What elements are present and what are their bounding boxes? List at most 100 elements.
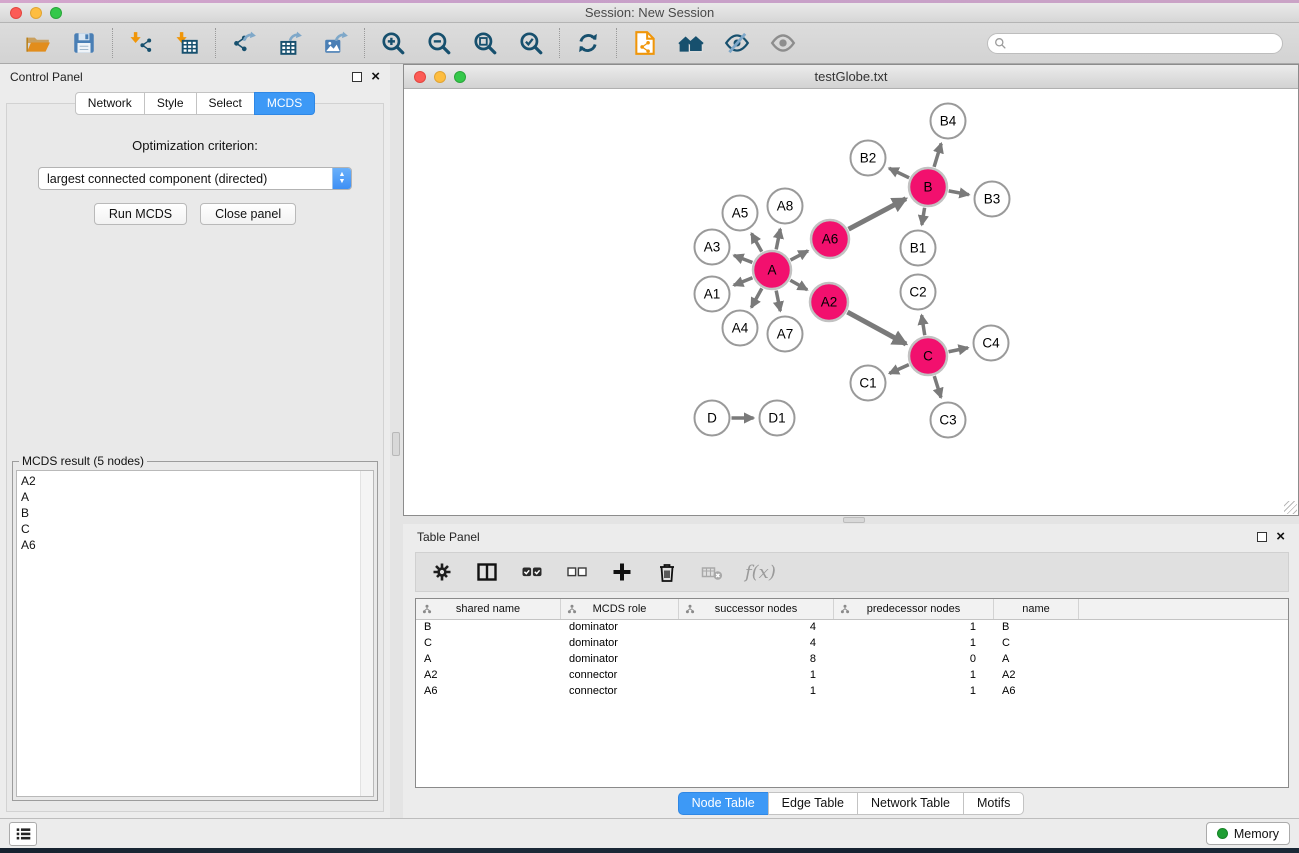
- table-cell[interactable]: A6: [994, 684, 1079, 700]
- deselect-all-checkboxes-button[interactable]: [565, 560, 589, 584]
- table-cell[interactable]: dominator: [561, 636, 679, 652]
- table-cell[interactable]: 1: [834, 684, 994, 700]
- refresh-view-button[interactable]: [574, 29, 602, 57]
- edge-A-A6[interactable]: [791, 251, 808, 260]
- tab-style[interactable]: Style: [144, 92, 197, 115]
- close-panel-icon[interactable]: ×: [1276, 532, 1285, 542]
- edge-B-B1[interactable]: [922, 208, 925, 225]
- table-cell[interactable]: 4: [679, 620, 834, 636]
- edge-C-C4[interactable]: [949, 348, 968, 352]
- edge-B-B3[interactable]: [949, 191, 969, 195]
- table-row[interactable]: A2connector11A2: [416, 668, 1288, 684]
- export-image-button[interactable]: [322, 29, 350, 57]
- search-field[interactable]: [987, 33, 1283, 54]
- node-B3[interactable]: B3: [975, 182, 1010, 217]
- edge-A-A7[interactable]: [776, 291, 780, 311]
- table-cell[interactable]: B: [416, 620, 561, 636]
- node-A8[interactable]: A8: [768, 189, 803, 224]
- table-cell[interactable]: 1: [679, 668, 834, 684]
- zoom-in-button[interactable]: [379, 29, 407, 57]
- column-header-MCDS-role[interactable]: MCDS role: [561, 599, 679, 619]
- search-input[interactable]: [1007, 35, 1282, 52]
- result-list-item[interactable]: C: [21, 521, 357, 537]
- add-column-button[interactable]: [610, 560, 634, 584]
- edge-A-A3[interactable]: [734, 255, 752, 262]
- float-panel-icon[interactable]: [1257, 532, 1267, 542]
- first-neighbors-button[interactable]: [677, 29, 705, 57]
- delete-column-button[interactable]: [655, 560, 679, 584]
- result-list-item[interactable]: B: [21, 505, 357, 521]
- mcds-result-list[interactable]: A2ABCA6: [16, 470, 374, 797]
- panel-splitter-horizontal[interactable]: [403, 516, 1299, 524]
- optimization-criterion-select[interactable]: largest connected component (directed) ▲…: [38, 167, 352, 190]
- column-header-successor-nodes[interactable]: successor nodes: [679, 599, 834, 619]
- edge-C-C1[interactable]: [889, 365, 908, 374]
- table-cell[interactable]: connector: [561, 668, 679, 684]
- export-table-button[interactable]: [276, 29, 304, 57]
- edge-B-B4[interactable]: [934, 143, 941, 166]
- zoom-out-button[interactable]: [425, 29, 453, 57]
- node-A3[interactable]: A3: [695, 230, 730, 265]
- export-network-button[interactable]: [230, 29, 258, 57]
- panel-splitter-vertical[interactable]: [390, 64, 403, 818]
- node-C2[interactable]: C2: [901, 275, 936, 310]
- table-row[interactable]: Adominator80A: [416, 652, 1288, 668]
- table-cell[interactable]: C: [416, 636, 561, 652]
- main-window-titlebar[interactable]: Session: New Session: [0, 3, 1299, 23]
- close-panel-button[interactable]: Close panel: [200, 203, 296, 225]
- table-cell[interactable]: A2: [994, 668, 1079, 684]
- import-network-file-button[interactable]: [127, 29, 155, 57]
- table-cell[interactable]: 1: [679, 684, 834, 700]
- table-cell[interactable]: C: [994, 636, 1079, 652]
- node-D[interactable]: D: [695, 401, 730, 436]
- node-D1[interactable]: D1: [760, 401, 795, 436]
- node-A7[interactable]: A7: [768, 317, 803, 352]
- splitter-handle[interactable]: [392, 432, 400, 456]
- table-cell[interactable]: 1: [834, 636, 994, 652]
- table-cell[interactable]: B: [994, 620, 1079, 636]
- memory-button[interactable]: Memory: [1206, 822, 1290, 845]
- hide-selected-button[interactable]: [723, 29, 751, 57]
- edge-A2-C[interactable]: [847, 312, 906, 344]
- tab-edge-table[interactable]: Edge Table: [768, 792, 858, 815]
- table-cell[interactable]: dominator: [561, 620, 679, 636]
- node-B2[interactable]: B2: [851, 141, 886, 176]
- node-C[interactable]: C: [909, 337, 947, 375]
- result-list-scrollbar[interactable]: [360, 471, 373, 796]
- column-header-shared-name[interactable]: shared name: [416, 599, 561, 619]
- result-list-item[interactable]: A6: [21, 537, 357, 553]
- table-cell[interactable]: 0: [834, 652, 994, 668]
- edge-A-A2[interactable]: [790, 280, 807, 289]
- table-cell[interactable]: 1: [834, 668, 994, 684]
- edge-A-A1[interactable]: [734, 278, 753, 285]
- close-panel-icon[interactable]: ×: [371, 72, 380, 82]
- table-cell[interactable]: dominator: [561, 652, 679, 668]
- node-B[interactable]: B: [909, 168, 947, 206]
- table-row[interactable]: Bdominator41B: [416, 620, 1288, 636]
- table-cell[interactable]: 4: [679, 636, 834, 652]
- network-window-titlebar[interactable]: testGlobe.txt: [404, 65, 1298, 89]
- zoom-fit-button[interactable]: [471, 29, 499, 57]
- edge-A-A5[interactable]: [752, 233, 762, 251]
- node-table[interactable]: shared name MCDS role successor nodes pr…: [415, 598, 1289, 788]
- network-canvas[interactable]: AA1A2A3A4A5A6A7A8BB1B2B3B4CC1C2C3C4DD1: [404, 89, 1298, 515]
- tab-network-table[interactable]: Network Table: [857, 792, 964, 815]
- new-network-from-selection-button[interactable]: [631, 29, 659, 57]
- table-settings-gear-button[interactable]: [430, 560, 454, 584]
- edge-A6-B[interactable]: [849, 199, 906, 229]
- tab-mcds[interactable]: MCDS: [254, 92, 315, 115]
- node-A1[interactable]: A1: [695, 277, 730, 312]
- tab-select[interactable]: Select: [196, 92, 255, 115]
- resize-grip-icon[interactable]: [1284, 501, 1297, 514]
- float-panel-icon[interactable]: [352, 72, 362, 82]
- node-B1[interactable]: B1: [901, 231, 936, 266]
- tab-motifs[interactable]: Motifs: [963, 792, 1024, 815]
- table-cell[interactable]: A2: [416, 668, 561, 684]
- table-cell[interactable]: connector: [561, 684, 679, 700]
- column-header-predecessor-nodes[interactable]: predecessor nodes: [834, 599, 994, 619]
- task-history-button[interactable]: [9, 822, 37, 846]
- node-C1[interactable]: C1: [851, 366, 886, 401]
- run-mcds-button[interactable]: Run MCDS: [94, 203, 187, 225]
- node-A2[interactable]: A2: [810, 283, 848, 321]
- node-A[interactable]: A: [753, 251, 791, 289]
